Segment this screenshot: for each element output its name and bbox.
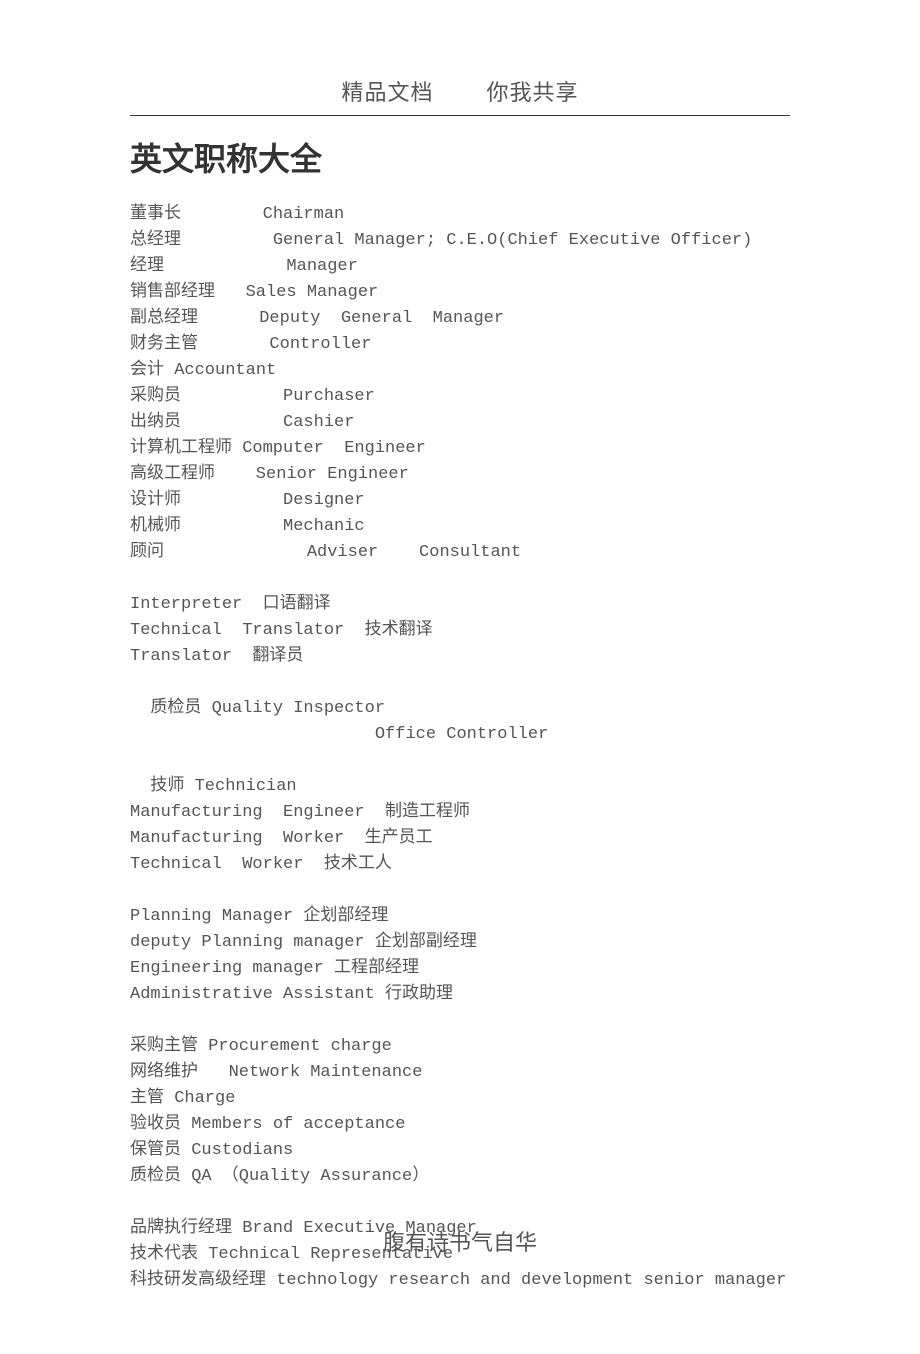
body-line: Translator 翻译员 [130, 644, 790, 670]
body-line [130, 1008, 790, 1034]
body-line: 采购员 Purchaser [130, 384, 790, 410]
body-line: 网络维护 Network Maintenance [130, 1060, 790, 1086]
body-line: 高级工程师 Senior Engineer [130, 462, 790, 488]
body-line: Office Controller [130, 722, 790, 748]
body-line: 计算机工程师 Computer Engineer [130, 436, 790, 462]
document-title: 英文职称大全 [130, 134, 790, 180]
header-left: 精品文档 [341, 80, 433, 105]
body-line: 财务主管 Controller [130, 332, 790, 358]
document-page: 精品文档 你我共享 英文职称大全 董事长 Chairman总经理 General… [0, 0, 920, 1354]
body-line: Engineering manager 工程部经理 [130, 956, 790, 982]
body-line: Interpreter 口语翻译 [130, 592, 790, 618]
body-line: 经理 Manager [130, 254, 790, 280]
body-line: 采购主管 Procurement charge [130, 1034, 790, 1060]
body-line: Manufacturing Engineer 制造工程师 [130, 800, 790, 826]
body-line: 设计师 Designer [130, 488, 790, 514]
document-body: 董事长 Chairman总经理 General Manager; C.E.O(C… [130, 202, 790, 1294]
body-line: 科技研发高级经理 technology research and develop… [130, 1268, 790, 1294]
page-header: 精品文档 你我共享 [130, 75, 790, 116]
body-line: 顾问 Adviser Consultant [130, 540, 790, 566]
body-line: deputy Planning manager 企划部副经理 [130, 930, 790, 956]
body-line [130, 748, 790, 774]
body-line: Planning Manager 企划部经理 [130, 904, 790, 930]
body-line: Technical Worker 技术工人 [130, 852, 790, 878]
body-line: Technical Translator 技术翻译 [130, 618, 790, 644]
body-line: 验收员 Members of acceptance [130, 1112, 790, 1138]
body-line [130, 670, 790, 696]
body-line: Manufacturing Worker 生产员工 [130, 826, 790, 852]
page-footer: 腹有诗书气自华 [0, 1225, 920, 1257]
body-line [130, 566, 790, 592]
header-right: 你我共享 [487, 80, 579, 105]
body-line: 副总经理 Deputy General Manager [130, 306, 790, 332]
body-line: 董事长 Chairman [130, 202, 790, 228]
body-line: 出纳员 Cashier [130, 410, 790, 436]
body-line: 技师 Technician [130, 774, 790, 800]
body-line: 机械师 Mechanic [130, 514, 790, 540]
body-line: 保管员 Custodians [130, 1138, 790, 1164]
body-line: 质检员 QA （Quality Assurance） [130, 1164, 790, 1190]
body-line: 销售部经理 Sales Manager [130, 280, 790, 306]
body-line [130, 878, 790, 904]
body-line: 主管 Charge [130, 1086, 790, 1112]
body-line [130, 1190, 790, 1216]
body-line: 总经理 General Manager; C.E.O(Chief Executi… [130, 228, 790, 254]
body-line: Administrative Assistant 行政助理 [130, 982, 790, 1008]
body-line: 会计 Accountant [130, 358, 790, 384]
body-line: 质检员 Quality Inspector [130, 696, 790, 722]
